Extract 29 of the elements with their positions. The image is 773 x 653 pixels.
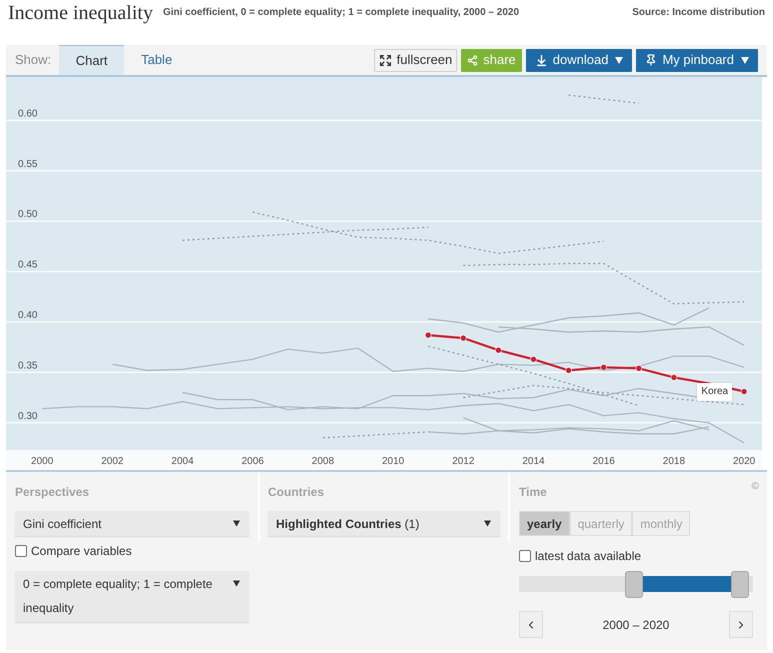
y-axis-label: 0.40 xyxy=(18,310,38,321)
x-axis-label: 2006 xyxy=(242,456,264,467)
checkbox-label: Compare variables xyxy=(31,543,132,560)
y-axis-label: 0.30 xyxy=(18,410,38,422)
x-axis-label: 2018 xyxy=(662,456,686,467)
x-axis-label: 2016 xyxy=(592,456,615,467)
section-heading: Countries xyxy=(268,484,326,500)
x-axis-label: 2004 xyxy=(171,456,194,467)
y-axis-label: 0.45 xyxy=(18,260,38,271)
x-axis-label: 2014 xyxy=(522,456,545,467)
x-axis-label: 2012 xyxy=(452,456,474,467)
x-axis-label: 2000 xyxy=(31,456,54,467)
x-axis-label: 2002 xyxy=(101,456,124,467)
page-subtitle: Gini coefficient, 0 = complete equality; 1 = complete inequality, 2000 – 2020 xyxy=(162,7,520,19)
checkbox-label: latest data available xyxy=(535,548,642,565)
show-label: Show: xyxy=(15,51,52,70)
range-label: 2000 – 2020 xyxy=(602,616,670,634)
source-text: Source: Income distribution xyxy=(632,7,765,19)
page-title: Income inequality xyxy=(8,2,153,24)
x-axis-label: 2010 xyxy=(382,456,404,467)
section-heading: Time xyxy=(519,484,547,500)
y-axis-label: 0.55 xyxy=(18,158,38,170)
section-heading: Perspectives xyxy=(15,484,90,500)
y-axis-label: 0.35 xyxy=(18,360,38,372)
series-label: Korea xyxy=(697,382,732,401)
x-axis-label: 2020 xyxy=(732,456,756,467)
x-axis-label: 2008 xyxy=(312,456,334,467)
y-axis-label: 0.60 xyxy=(18,108,38,120)
y-axis-label: 0.50 xyxy=(18,209,38,220)
